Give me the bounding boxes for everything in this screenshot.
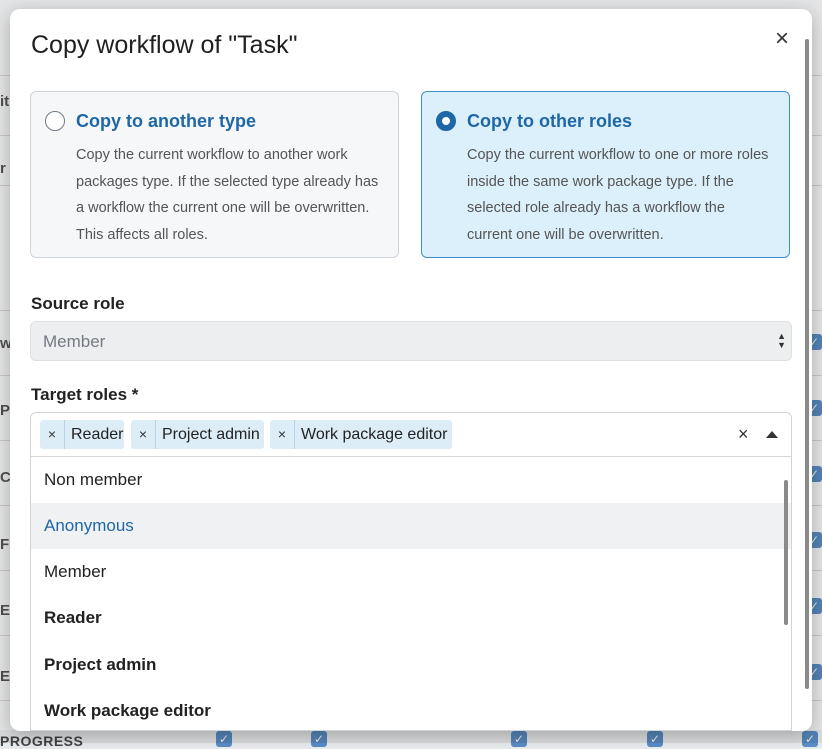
tag-remove-icon[interactable]: × [131, 420, 156, 449]
copy-to-roles-description: Copy the current workflow to one or more… [467, 147, 769, 243]
option-work-package-editor[interactable]: Work package editor [31, 688, 791, 730]
tag-project-admin: × Project admin [131, 420, 264, 449]
copy-to-type-radio[interactable] [45, 111, 65, 131]
copy-to-roles-title: Copy to other roles [467, 111, 633, 131]
copy-workflow-dialog: Copy workflow of "Task" × Copy to anothe… [10, 9, 812, 731]
copy-to-type-option[interactable]: Copy to another type Copy the current wo… [30, 91, 399, 258]
option-member[interactable]: Member [31, 549, 791, 595]
dropdown-scrollbar[interactable] [784, 480, 788, 625]
copy-to-type-description: Copy the current workflow to another wor… [76, 147, 379, 243]
dialog-scrollbar[interactable] [805, 39, 809, 689]
option-anonymous[interactable]: Anonymous [31, 503, 791, 549]
option-non-member[interactable]: Non member [31, 457, 791, 503]
copy-to-roles-option[interactable]: Copy to other roles Copy the current wor… [421, 91, 790, 258]
tag-label: Work package editor [301, 426, 448, 443]
target-roles-label: Target roles * [31, 385, 139, 404]
tag-reader: × Reader [40, 420, 124, 449]
caret-up-icon[interactable] [766, 431, 778, 438]
tag-label: Reader [71, 426, 124, 443]
dialog-title: Copy workflow of "Task" [31, 31, 298, 59]
source-role-value: Member [43, 332, 106, 351]
tag-work-package-editor: × Work package editor [270, 420, 452, 449]
tag-label: Project admin [162, 426, 260, 443]
target-roles-multiselect[interactable]: × Reader × Project admin × Work package … [30, 412, 792, 731]
copy-to-type-title: Copy to another type [76, 111, 257, 131]
source-role-select[interactable]: Member ▲ ▼ [30, 321, 792, 361]
tag-remove-icon[interactable]: × [270, 420, 295, 449]
close-icon[interactable]: × [770, 27, 794, 51]
tag-remove-icon[interactable]: × [40, 420, 65, 449]
select-arrows-icon: ▲ ▼ [777, 331, 786, 350]
copy-to-roles-radio[interactable] [436, 111, 456, 131]
clear-all-icon[interactable]: × [738, 424, 749, 444]
source-role-label: Source role [31, 294, 125, 313]
option-reader[interactable]: Reader [31, 595, 791, 641]
option-project-admin[interactable]: Project admin [31, 642, 791, 688]
target-roles-tags[interactable]: × Reader × Project admin × Work package … [31, 413, 791, 457]
